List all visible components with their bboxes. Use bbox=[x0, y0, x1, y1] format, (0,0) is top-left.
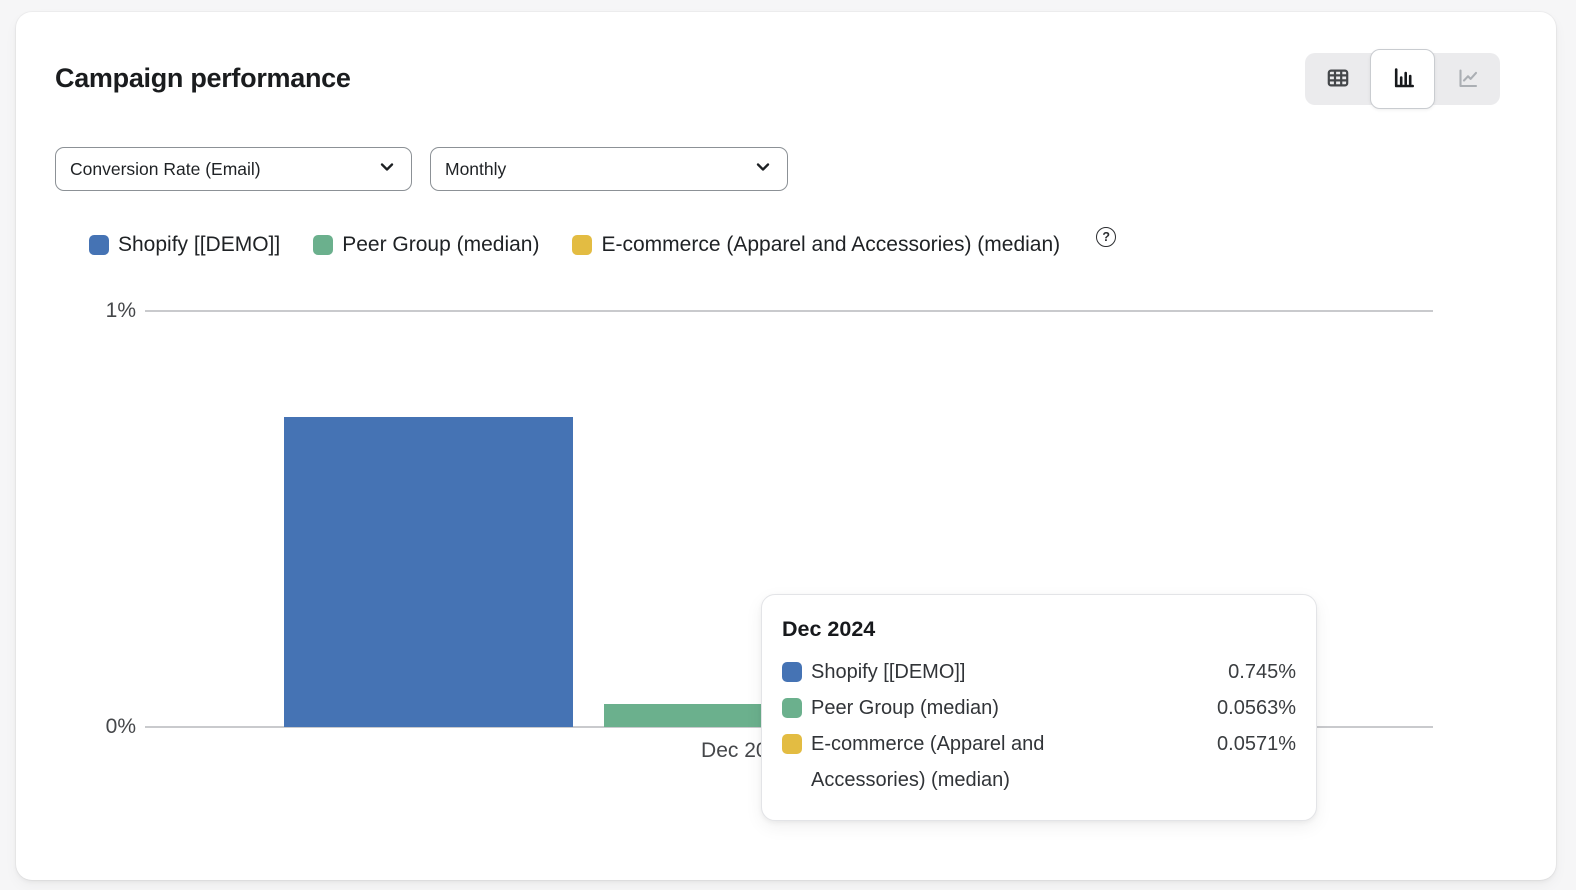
interval-select-value: Monthly bbox=[445, 159, 506, 180]
legend-swatch-shopify bbox=[89, 235, 109, 255]
chart-tooltip: Dec 2024 Shopify [[DEMO]] 0.745% Peer Gr… bbox=[761, 594, 1317, 821]
page-title: Campaign performance bbox=[55, 63, 351, 93]
chart-view-toggle bbox=[1305, 53, 1500, 105]
tooltip-swatch-peer-group bbox=[782, 698, 802, 718]
line-chart-view-button[interactable] bbox=[1435, 53, 1500, 105]
legend-label: Peer Group (median) bbox=[342, 233, 539, 257]
campaign-performance-card: Campaign performance bbox=[16, 12, 1556, 880]
y-axis-label-top: 1% bbox=[36, 299, 136, 323]
tooltip-value: 0.0571% bbox=[1217, 726, 1296, 762]
tooltip-value: 0.0563% bbox=[1217, 690, 1296, 726]
tooltip-swatch-ecommerce bbox=[782, 734, 802, 754]
legend-item-peer-group: Peer Group (median) bbox=[313, 233, 539, 257]
tooltip-label: Peer Group (median) bbox=[811, 690, 999, 726]
table-icon bbox=[1325, 65, 1351, 94]
page: { "card": { "title": "Campaign performan… bbox=[0, 0, 1576, 890]
tooltip-swatch-shopify bbox=[782, 662, 802, 682]
chart-legend: Shopify [[DEMO]] Peer Group (median) E-c… bbox=[89, 233, 1116, 257]
bar-chart-icon bbox=[1390, 65, 1416, 94]
tooltip-row-ecommerce: E-commerce (Apparel and Accessories) (me… bbox=[782, 726, 1296, 798]
legend-item-shopify: Shopify [[DEMO]] bbox=[89, 233, 280, 257]
legend-label: E-commerce (Apparel and Accessories) (me… bbox=[601, 233, 1060, 257]
legend-label: Shopify [[DEMO]] bbox=[118, 233, 280, 257]
gridline-1-percent bbox=[145, 310, 1433, 312]
tooltip-value: 0.745% bbox=[1228, 654, 1296, 690]
bar-shopify[interactable] bbox=[284, 417, 573, 727]
tooltip-row-shopify: Shopify [[DEMO]] 0.745% bbox=[782, 654, 1296, 690]
line-chart-icon bbox=[1455, 65, 1481, 94]
legend-swatch-peer-group bbox=[313, 235, 333, 255]
tooltip-label: Shopify [[DEMO]] bbox=[811, 654, 966, 690]
interval-select[interactable]: Monthly bbox=[430, 147, 788, 191]
y-axis-label-bottom: 0% bbox=[36, 715, 136, 739]
legend-item-ecommerce: E-commerce (Apparel and Accessories) (me… bbox=[572, 233, 1060, 257]
chevron-down-icon bbox=[752, 156, 774, 183]
tooltip-row-peer-group: Peer Group (median) 0.0563% bbox=[782, 690, 1296, 726]
tooltip-label: E-commerce (Apparel and Accessories) (me… bbox=[811, 726, 1141, 798]
metric-select[interactable]: Conversion Rate (Email) bbox=[55, 147, 412, 191]
tooltip-title: Dec 2024 bbox=[782, 617, 1296, 642]
bar-chart-view-button[interactable] bbox=[1370, 49, 1435, 109]
chevron-down-icon bbox=[376, 156, 398, 183]
legend-swatch-ecommerce bbox=[572, 235, 592, 255]
metric-select-value: Conversion Rate (Email) bbox=[70, 159, 261, 180]
table-view-button[interactable] bbox=[1305, 53, 1370, 105]
help-icon[interactable]: ? bbox=[1096, 227, 1116, 247]
